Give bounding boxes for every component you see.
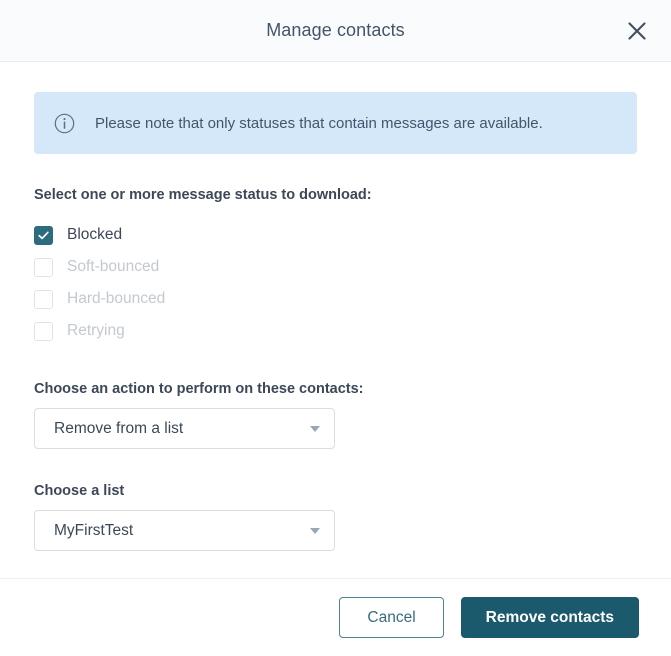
dialog-header: Manage contacts	[0, 0, 671, 62]
checkbox-blocked[interactable]	[34, 225, 53, 245]
info-banner-text: Please note that only statuses that cont…	[95, 114, 543, 132]
checkbox-row-retrying: Retrying	[34, 315, 637, 347]
chevron-down-icon	[310, 425, 320, 432]
info-circle-icon	[54, 113, 75, 134]
checkbox-soft-bounced	[34, 257, 53, 277]
list-select-value: MyFirstTest	[54, 521, 134, 539]
remove-contacts-button[interactable]: Remove contacts	[460, 597, 639, 638]
checkbox-label-retrying: Retrying	[67, 322, 125, 339]
action-select-value: Remove from a list	[54, 419, 184, 437]
checkbox-hard-bounced	[34, 289, 53, 309]
checkbox-row-soft-bounced: Soft-bounced	[34, 251, 637, 283]
cancel-button[interactable]: Cancel	[339, 597, 444, 638]
check-icon	[38, 231, 49, 239]
status-section-label: Select one or more message status to dow…	[34, 187, 372, 203]
action-field-label: Choose an action to perform on these con…	[34, 381, 364, 397]
status-checkbox-list: Blocked Soft-bounced Hard-bounced Retryi…	[34, 219, 637, 347]
page-title: Manage contacts	[266, 20, 405, 40]
chevron-down-icon	[310, 527, 320, 534]
checkbox-label-blocked: Blocked	[67, 226, 123, 243]
dialog-footer: Cancel Remove contacts	[0, 578, 671, 656]
manage-contacts-dialog: Manage contacts Please note that only st…	[0, 0, 671, 656]
list-field-label: Choose a list	[34, 483, 125, 499]
close-icon[interactable]	[617, 11, 657, 51]
dialog-body: Please note that only statuses that cont…	[0, 62, 671, 578]
list-select[interactable]: MyFirstTest	[34, 510, 335, 551]
info-banner: Please note that only statuses that cont…	[34, 92, 637, 154]
checkbox-row-blocked[interactable]: Blocked	[34, 219, 637, 251]
action-select[interactable]: Remove from a list	[34, 408, 335, 449]
close-icon-glyph	[628, 21, 646, 40]
checkbox-retrying	[34, 321, 53, 341]
checkbox-row-hard-bounced: Hard-bounced	[34, 283, 637, 315]
checkbox-label-soft-bounced: Soft-bounced	[67, 258, 160, 275]
checkbox-label-hard-bounced: Hard-bounced	[67, 290, 166, 307]
